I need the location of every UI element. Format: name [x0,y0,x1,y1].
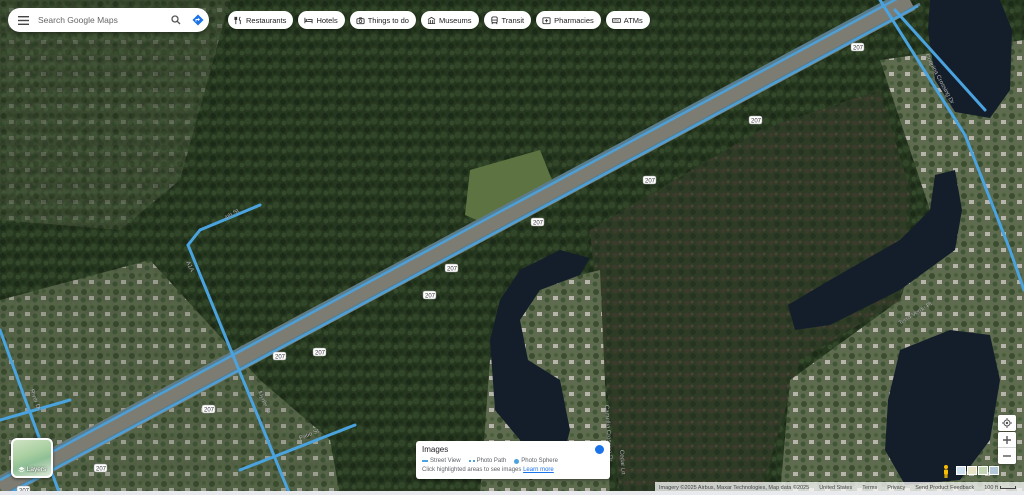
route-label: 207 [447,267,458,273]
hotel-icon [304,17,313,23]
thumbnail[interactable] [956,466,966,475]
images-title: Images [422,445,449,454]
terms-link[interactable]: Terms [862,485,877,491]
zoom-out-button[interactable] [998,448,1016,464]
images-toggle[interactable] [595,445,604,454]
museum-icon [427,16,436,24]
scale-bar [1000,486,1017,489]
search-input[interactable] [38,15,165,25]
photo-sphere-swatch [514,458,520,464]
images-hint: Click highlighted areas to see images [422,467,522,473]
country-link[interactable]: United States [819,485,852,491]
route-shield: 207 [272,351,287,361]
chip-hotels[interactable]: Hotels [298,11,345,29]
photo-path-swatch [468,460,475,462]
layers-label-row: Layers [13,466,51,473]
route-shield: 207 [201,404,216,414]
my-location-button[interactable] [998,415,1016,431]
images-legend: Street View Photo Path Photo Sphere [422,458,604,464]
route-shield: 207 [312,347,327,357]
legend-street-view: Street View [422,458,461,464]
images-panel: Images Street View Photo Path Photo Sphe… [416,441,610,479]
legend-label: Street View [430,458,461,464]
thumbnail[interactable] [978,466,988,475]
chip-label: Pharmacies [554,15,594,25]
route-shield: 207 [444,263,459,273]
legend-label: Photo Path [476,458,507,464]
satellite-map[interactable]: 207 207 207 207 207 207 207 207 207 207 … [0,0,1024,495]
zoom-in-button[interactable] [998,432,1016,448]
directions-icon[interactable] [187,8,209,32]
camera-icon [356,16,365,24]
route-shield: 207 [422,290,437,300]
atm-icon: ATM [611,17,621,23]
route-label: 207 [751,119,762,125]
bottom-strip [0,491,1024,495]
chip-label: Things to do [367,15,409,25]
scale-indicator[interactable]: 100 ft [984,484,1017,491]
feedback-link[interactable]: Send Product Feedback [915,485,974,491]
chip-label: Restaurants [246,15,287,25]
route-label: 207 [645,179,656,185]
scale-label: 100 ft [984,484,999,491]
route-shield: 207 [850,42,865,52]
route-label: 207 [425,294,436,300]
chip-restaurants[interactable]: Restaurants [228,11,294,29]
thumbnail[interactable] [967,466,977,475]
search-box[interactable] [8,8,209,32]
route-label: 207 [533,221,544,227]
route-label: 207 [853,46,864,52]
imagery-attribution: Imagery ©2025 Airbus, Maxar Technologies… [659,484,810,491]
chip-label: Museums [438,15,472,25]
plus-icon [1003,435,1011,444]
images-hint-row: Click highlighted areas to see images Le… [422,467,604,473]
layers-icon [18,466,25,473]
imagery-thumbnails [956,466,999,475]
legend-photo-sphere: Photo Sphere [514,458,558,464]
chip-atms[interactable]: ATM ATMs [605,11,650,29]
layers-button[interactable]: Layers [11,438,53,478]
privacy-link[interactable]: Privacy [887,485,905,491]
layers-label: Layers [26,466,47,473]
route-shield: 207 [530,217,545,227]
pegman-icon[interactable] [940,464,952,478]
chip-label: Transit [501,15,525,25]
chip-label: Hotels [316,15,338,25]
chip-label: ATMs [623,15,643,25]
chip-museums[interactable]: Museums [420,11,479,29]
restaurant-icon [234,16,241,24]
chip-transit[interactable]: Transit [483,11,532,29]
thumbnail[interactable] [989,466,999,475]
transit-icon [490,15,498,24]
legend-label: Photo Sphere [521,458,558,464]
route-label: 207 [315,351,326,357]
chip-things-to-do[interactable]: Things to do [349,11,416,29]
route-shield: 207 [93,463,108,473]
route-shield: 207 [642,175,657,185]
learn-more-link[interactable]: Learn more [523,467,554,473]
search-icon[interactable] [165,8,187,32]
route-shield: 207 [748,115,763,125]
svg-text:ATM: ATM [613,18,619,22]
route-label: 207 [275,355,286,361]
route-label: 207 [96,467,107,473]
menu-icon[interactable] [8,8,38,32]
pharmacy-icon [542,16,551,24]
street-view-swatch [422,460,428,462]
route-label: 207 [204,408,215,414]
category-chips: Restaurants Hotels Things to do Museums … [228,11,650,29]
location-target-icon [1002,418,1012,428]
chip-pharmacies[interactable]: Pharmacies [536,11,601,29]
legend-photo-path: Photo Path [468,458,507,464]
minus-icon [1003,455,1011,457]
